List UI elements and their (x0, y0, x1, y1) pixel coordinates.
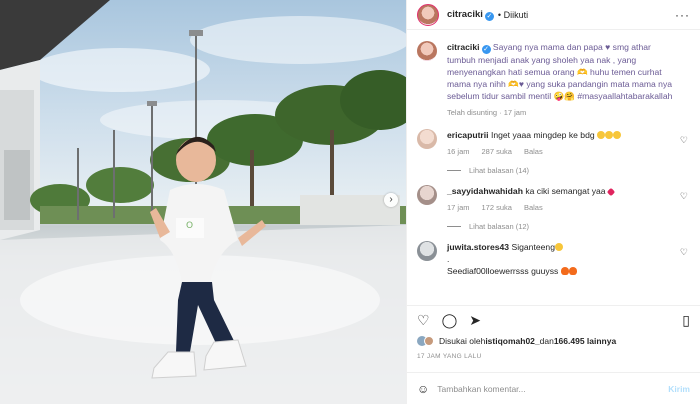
smile-emoji-icon (613, 131, 622, 139)
liker-username[interactable]: istiqomah02_ (485, 336, 539, 346)
heart-eyes-emoji-icon (554, 243, 563, 251)
smile-emoji-icon (597, 131, 606, 139)
smile-emoji-icon (605, 131, 614, 139)
reply-button[interactable]: Balas (524, 202, 543, 214)
view-replies[interactable]: Lihat balasan (12) (447, 222, 690, 231)
post-side-panel: citraciki ✓ • Diikuti ··· citraciki ✓ Saya… (406, 0, 700, 404)
share-icon[interactable]: ➤ (469, 312, 481, 329)
comment-username[interactable]: ericaputrii (447, 130, 489, 140)
comment-text: ka ciki semangat yaa (525, 186, 606, 196)
heart-icon[interactable]: ♡ (417, 312, 430, 329)
caption-edited: Telah disunting · 17 jam (447, 108, 527, 117)
verified-icon: ✓ (484, 11, 494, 21)
heart-emoji-icon (606, 187, 616, 197)
fire-emoji-icon (560, 267, 569, 275)
comment-composer: ☺ Kirim (407, 372, 700, 404)
liker-avatar (424, 336, 434, 346)
comment-heart-icon[interactable]: ♡ (680, 135, 688, 146)
view-replies[interactable]: Lihat balasan (14) (447, 166, 690, 175)
comment-input[interactable] (437, 383, 669, 394)
comment-time: 17 jam (447, 203, 470, 212)
comment-avatar[interactable] (417, 129, 437, 149)
post-caption: citraciki ✓ Sayang nya mama dan papa ♥ sm… (417, 41, 690, 119)
post-header: citraciki ✓ • Diikuti ··· (407, 0, 700, 30)
svg-text:O: O (186, 221, 193, 231)
author-username[interactable]: citraciki ✓ (447, 9, 494, 21)
comment-avatar[interactable] (417, 241, 437, 261)
comments-list[interactable]: citraciki ✓ Sayang nya mama dan papa ♥ sm… (407, 31, 700, 303)
send-button[interactable]: Kirim (668, 384, 690, 394)
verified-icon: ✓ (481, 45, 491, 54)
likes-summary[interactable]: Disukai oleh istiqomah02_ dan 166.495 la… (417, 336, 690, 346)
posted-time: 17 JAM YANG LALU (417, 353, 482, 360)
caption-username[interactable]: citraciki (447, 42, 480, 52)
comment-heart-icon[interactable]: ♡ (680, 191, 688, 202)
comment-text-line: . (447, 254, 450, 264)
photo-scene: O (0, 0, 406, 404)
follow-status[interactable]: • Diikuti (498, 10, 528, 20)
comment-heart-icon[interactable]: ♡ (680, 247, 688, 258)
author-avatar[interactable] (417, 3, 439, 26)
emoji-picker-icon[interactable]: ☺ (417, 382, 429, 396)
likes-count[interactable]: 166.495 lainnya (554, 336, 616, 346)
comment-item: ericaputrii Inget yaaa mingdep ke bdg 16… (417, 129, 690, 158)
comment-text-line: Seediaf00lloewerrsss guuyss (447, 266, 559, 276)
comment-likes[interactable]: 172 suka (482, 202, 512, 214)
next-photo-button[interactable]: › (384, 193, 398, 207)
comment-time: 16 jam (447, 147, 470, 156)
comment-item: _sayyidahwahidah ka ciki semangat yaa 17… (417, 185, 690, 214)
comment-item: juwita.stores43 Siganteeng . Seediaf00ll… (417, 241, 690, 277)
comment-icon[interactable]: ◯ (442, 312, 458, 329)
bookmark-icon[interactable]: ▯ (682, 312, 690, 329)
caption-hashtag[interactable]: #masyaallahtabarakallah (577, 91, 672, 101)
post-actions: ♡ ◯ ➤ ▯ (407, 305, 700, 335)
post-photo[interactable]: O › (0, 0, 406, 404)
comment-username[interactable]: _sayyidahwahidah (447, 186, 523, 196)
reply-button[interactable]: Balas (524, 146, 543, 158)
comment-text: Siganteeng (511, 242, 555, 252)
fire-emoji-icon (568, 267, 577, 275)
comment-likes[interactable]: 287 suka (482, 146, 512, 158)
caption-avatar[interactable] (417, 41, 437, 61)
more-options-icon[interactable]: ··· (675, 8, 690, 22)
comment-text: Inget yaaa mingdep ke bdg (490, 130, 595, 140)
comment-avatar[interactable] (417, 185, 437, 205)
comment-username[interactable]: juwita.stores43 (447, 242, 509, 252)
